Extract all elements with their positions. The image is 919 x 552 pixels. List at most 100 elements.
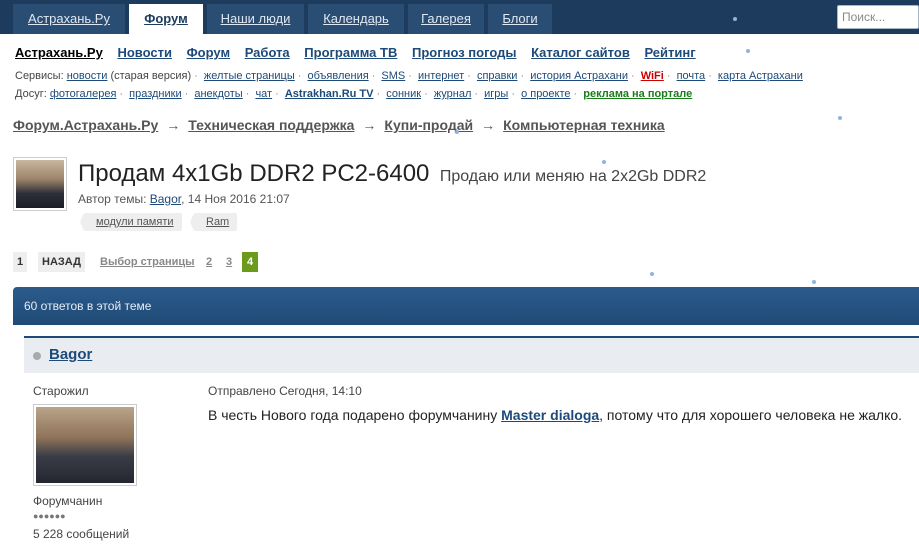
decorative-speck <box>733 17 737 21</box>
separator: · <box>520 70 525 82</box>
leisure-link[interactable]: фотогалерея <box>50 88 117 100</box>
topic-date: , 14 Ноя 2016 21:07 <box>181 192 290 206</box>
decorative-speck <box>650 272 654 276</box>
site-link-home[interactable]: Астрахань.Ру <box>15 45 103 60</box>
service-link[interactable]: история Астрахани <box>530 70 628 82</box>
post-body: Старожил Форумчанин ●●●●●● 5 228 сообщен… <box>24 373 919 552</box>
topic-subtitle: Продаю или меняю на 2x2Gb DDR2 <box>439 168 707 185</box>
mentioned-user-link[interactable]: Master dialoga <box>501 407 599 423</box>
separator: · <box>474 88 479 100</box>
separator: · <box>511 88 515 100</box>
tab-label: Галерея <box>421 11 471 26</box>
tab-blogs[interactable]: Блоги <box>488 4 552 34</box>
user-avatar[interactable] <box>33 404 137 486</box>
post-text-before: В честь Нового года подарено форумчанину <box>208 407 502 423</box>
separator: · <box>666 70 671 82</box>
tab-label: Блоги <box>502 11 538 26</box>
service-link[interactable]: желтые страницы <box>204 70 295 82</box>
tab-forum[interactable]: Форум <box>129 4 203 34</box>
tag-ram[interactable]: Ram <box>189 213 238 231</box>
tab-label: Астрахань.Ру <box>28 11 110 26</box>
service-link-news[interactable]: новости <box>67 70 108 82</box>
decorative-speck <box>746 49 750 53</box>
service-link-wifi[interactable]: WiFi <box>641 70 664 82</box>
separator: · <box>376 88 381 100</box>
leisure-link[interactable]: сонник <box>386 88 421 100</box>
page-3-link[interactable]: 3 <box>226 252 232 272</box>
page-2-link[interactable]: 2 <box>206 252 212 272</box>
tag-memory-modules[interactable]: модули памяти <box>80 213 182 231</box>
leisure-link-ads[interactable]: реклама на портале <box>583 88 692 100</box>
service-link[interactable]: справки <box>477 70 518 82</box>
site-link-news[interactable]: Новости <box>117 45 172 60</box>
tab-label: Форум <box>144 11 188 26</box>
top-navigation: Астрахань.Ру Форум Наши люди Календарь Г… <box>0 0 919 34</box>
leisure-link[interactable]: праздники <box>129 88 181 100</box>
leisure-link[interactable]: чат <box>255 88 272 100</box>
tab-our-people[interactable]: Наши люди <box>207 4 304 34</box>
post-text-after: , потому что для хорошего человека не жа… <box>599 407 903 423</box>
breadcrumb-item[interactable]: Компьютерная техника <box>503 117 665 133</box>
offline-status-icon <box>33 352 41 360</box>
post-author-link[interactable]: Bagor <box>49 346 92 363</box>
site-link-catalog[interactable]: Каталог сайтов <box>531 45 630 60</box>
separator: · <box>245 88 250 100</box>
separator: · <box>467 70 471 82</box>
separator: · <box>194 70 198 82</box>
leisure-link[interactable]: журнал <box>434 88 472 100</box>
separator: · <box>371 70 376 82</box>
service-link[interactable]: интернет <box>418 70 464 82</box>
avatar-image <box>36 407 134 483</box>
services-news-note: (старая версия) <box>110 70 192 82</box>
leisure-link[interactable]: игры <box>484 88 508 100</box>
separator: · <box>424 88 428 100</box>
post: Bagor Старожил Форумчанин ●●●●●● 5 228 с… <box>24 336 919 552</box>
separator: · <box>573 88 578 100</box>
post-header: Bagor <box>24 338 919 373</box>
replies-count: 60 ответов в этой теме <box>24 299 152 313</box>
page-1-button[interactable]: 1 <box>13 252 28 272</box>
site-link-forum[interactable]: Форум <box>187 45 230 60</box>
reputation-pips: ●●●●●● <box>33 511 66 521</box>
breadcrumb-item[interactable]: Купи-продай <box>384 117 473 133</box>
topic-author-link[interactable]: Bagor <box>150 192 181 206</box>
back-button[interactable]: НАЗАД <box>38 252 85 272</box>
site-links: Астрахань.Ру Новости Форум Работа Програ… <box>15 45 707 60</box>
search-input[interactable]: Поиск... <box>837 5 919 29</box>
site-link-tv[interactable]: Программа ТВ <box>304 45 397 60</box>
decorative-speck <box>602 160 606 164</box>
site-link-jobs[interactable]: Работа <box>245 45 290 60</box>
leisure-link-tv[interactable]: Astrakhan.Ru TV <box>285 88 374 100</box>
service-link[interactable]: почта <box>677 70 706 82</box>
separator: · <box>297 70 302 82</box>
separator: · <box>119 88 124 100</box>
service-link[interactable]: карта Астрахани <box>718 70 803 82</box>
services-label: Сервисы: <box>15 70 64 82</box>
page-select-link[interactable]: Выбор страницы <box>100 252 195 272</box>
tab-gallery[interactable]: Галерея <box>408 4 484 34</box>
current-page: 4 <box>242 252 259 272</box>
breadcrumb-arrow: → <box>166 117 181 133</box>
message-count: 5 228 сообщений <box>33 527 130 541</box>
separator: · <box>708 70 712 82</box>
tab-astrakhan-ru[interactable]: Астрахань.Ру <box>13 4 125 34</box>
breadcrumb-arrow: → <box>362 117 377 133</box>
leisure-link[interactable]: анекдоты <box>194 88 242 100</box>
leisure-link[interactable]: о проекте <box>521 88 570 100</box>
avatar-image <box>16 160 64 208</box>
breadcrumb-item[interactable]: Техническая поддержка <box>188 117 354 133</box>
separator: · <box>275 88 279 100</box>
topic-author-avatar[interactable] <box>13 157 67 211</box>
service-link[interactable]: объявления <box>307 70 368 82</box>
tab-calendar[interactable]: Календарь <box>308 4 404 34</box>
decorative-speck <box>812 280 816 284</box>
service-link[interactable]: SMS <box>381 70 405 82</box>
site-link-weather[interactable]: Прогноз погоды <box>412 45 517 60</box>
page-title: Продам 4x1Gb DDR2 PC2-6400 Продаю или ме… <box>78 160 706 188</box>
leisure-label: Досуг: <box>15 88 47 100</box>
post-content: В честь Нового года подарено форумчанину… <box>208 407 902 423</box>
decorative-speck <box>838 116 842 120</box>
site-link-rating[interactable]: Рейтинг <box>644 45 695 60</box>
decorative-speck <box>455 130 459 134</box>
breadcrumb-item[interactable]: Форум.Астрахань.Ру <box>13 117 158 133</box>
